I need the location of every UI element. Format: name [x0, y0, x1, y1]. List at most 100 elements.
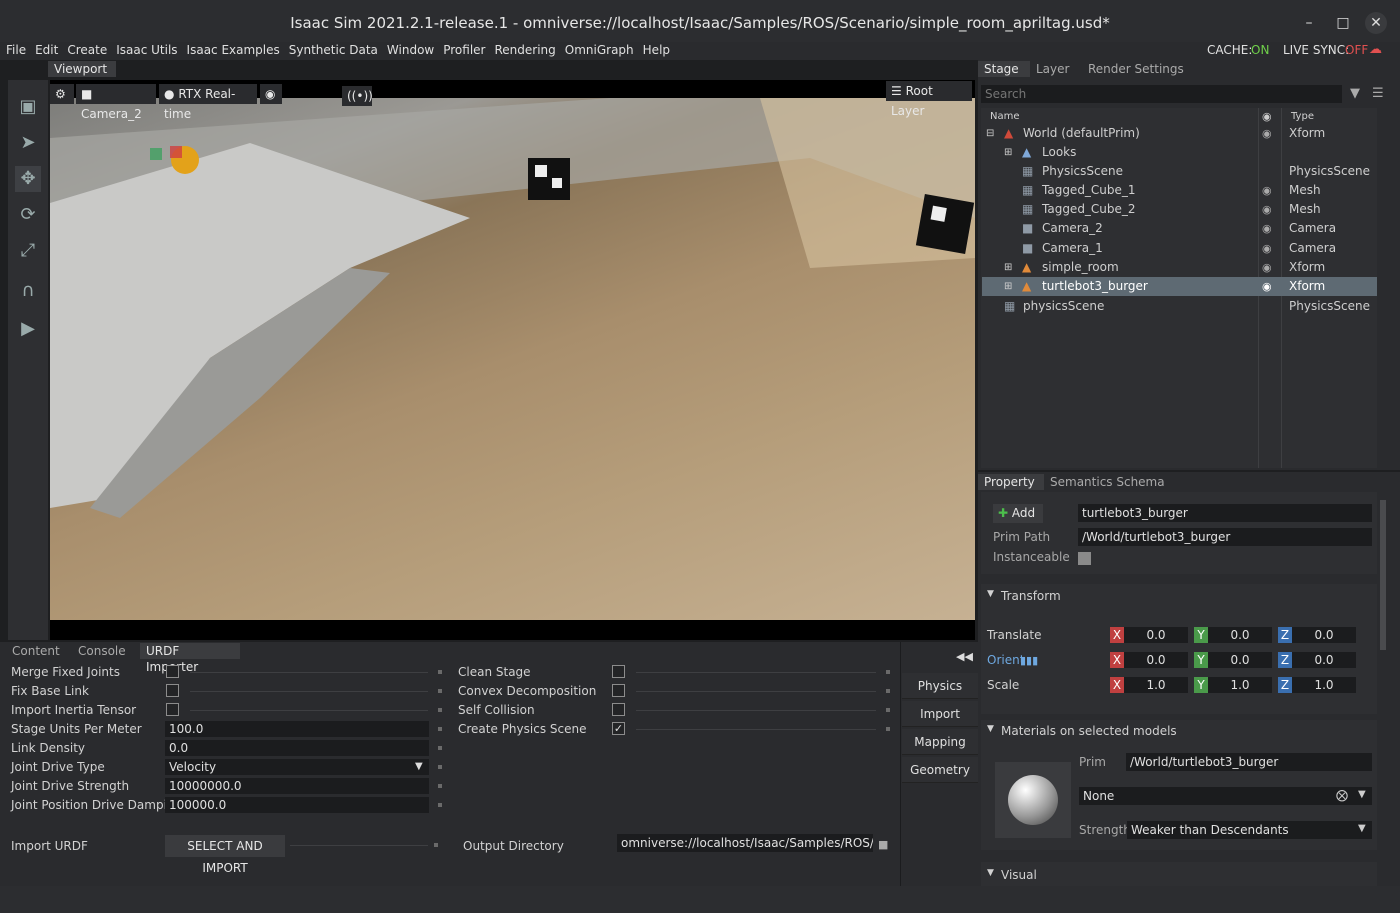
- tree-row-physicsscene[interactable]: ▦ PhysicsScene PhysicsScene: [982, 162, 1377, 181]
- orient-label[interactable]: Orient: [987, 653, 1024, 667]
- property-scrollbar[interactable]: [1380, 500, 1386, 650]
- translate-y-field[interactable]: 0.0: [1208, 627, 1272, 643]
- menu-file[interactable]: File: [3, 42, 29, 58]
- menu-isaac-examples[interactable]: Isaac Examples: [184, 42, 283, 58]
- minimize-icon[interactable]: –: [1298, 12, 1320, 34]
- select-arrow-icon[interactable]: ➤: [15, 130, 41, 156]
- filter-icon[interactable]: ▼: [1350, 86, 1360, 101]
- collapse-arrow-icon[interactable]: ▼: [987, 724, 994, 734]
- material-select[interactable]: None: [1079, 787, 1372, 805]
- menu-window[interactable]: Window: [384, 42, 437, 58]
- instanceable-checkbox[interactable]: [1078, 552, 1091, 565]
- collapse-icon[interactable]: ⊟: [986, 124, 994, 143]
- orient-z-field[interactable]: 0.0: [1292, 652, 1356, 668]
- reset-dot[interactable]: [438, 746, 442, 750]
- output-dir-field[interactable]: omniverse://localhost/Isaac/Samples/ROS/…: [617, 834, 873, 852]
- tree-row-world[interactable]: ⊟ ▲ World (defaultPrim) ◉ Xform: [982, 124, 1377, 143]
- tree-row-looks[interactable]: ⊞ ▲ Looks: [982, 143, 1377, 162]
- visual-header[interactable]: Visual: [1001, 868, 1037, 882]
- expand-icon[interactable]: ⊞: [1004, 277, 1012, 296]
- side-button-import[interactable]: Import: [902, 701, 978, 727]
- reset-dot[interactable]: [886, 670, 890, 674]
- tab-render-settings[interactable]: Render Settings: [1082, 61, 1190, 77]
- menu-lines-icon[interactable]: ☰: [1372, 86, 1384, 101]
- joint-drive-strength-field[interactable]: 10000000.0: [165, 778, 429, 794]
- tree-row-camera-1[interactable]: ■ Camera_1 ◉ Camera: [982, 239, 1377, 258]
- tree-row-tagged-cube-2[interactable]: ▦ Tagged_Cube_2 ◉ Mesh: [982, 200, 1377, 219]
- tree-row-tagged-cube-1[interactable]: ▦ Tagged_Cube_1 ◉ Mesh: [982, 181, 1377, 200]
- menu-synthetic-data[interactable]: Synthetic Data: [286, 42, 381, 58]
- expand-icon[interactable]: ⊞: [1004, 258, 1012, 277]
- chevron-down-icon[interactable]: ▼: [1358, 789, 1366, 800]
- tab-semantics-schema-editor[interactable]: Semantics Schema Editor: [1044, 474, 1199, 505]
- tree-row-simple-room[interactable]: ⊞ ▲ simple_room ◉ Xform: [982, 258, 1377, 277]
- viewport-settings-icon[interactable]: ⚙: [50, 84, 74, 104]
- chevron-down-icon[interactable]: ▼: [1358, 823, 1366, 834]
- clean-stage-checkbox[interactable]: [612, 665, 625, 678]
- layer-selector[interactable]: ☰ Root Layer: [886, 81, 972, 118]
- stage-search-input[interactable]: [981, 85, 1342, 103]
- reset-dot[interactable]: [438, 727, 442, 731]
- transform-header[interactable]: Transform: [1001, 589, 1061, 603]
- collapse-arrow-icon[interactable]: ▼: [987, 868, 994, 878]
- menu-profiler[interactable]: Profiler: [440, 42, 488, 58]
- camera-selector[interactable]: ■ Camera_2: [76, 84, 156, 121]
- reset-dot[interactable]: [434, 843, 438, 847]
- import-inertia-checkbox[interactable]: [166, 703, 179, 716]
- create-physics-checkbox[interactable]: ✓: [612, 722, 625, 735]
- visibility-eye-icon[interactable]: ◉: [1262, 277, 1272, 296]
- orient-y-field[interactable]: 0.0: [1208, 652, 1272, 668]
- add-button[interactable]: ✚ Add: [993, 504, 1043, 523]
- convex-decomp-checkbox[interactable]: [612, 684, 625, 697]
- live-sync-value[interactable]: OFF: [1345, 43, 1368, 57]
- reset-dot[interactable]: [886, 708, 890, 712]
- visibility-eye-icon[interactable]: ◉: [1262, 219, 1272, 238]
- reset-dot[interactable]: [438, 708, 442, 712]
- stage-units-field[interactable]: 100.0: [165, 721, 429, 737]
- menu-isaac-utils[interactable]: Isaac Utils: [113, 42, 180, 58]
- rotate-icon[interactable]: ⟳: [15, 202, 41, 228]
- tab-property[interactable]: Property: [978, 474, 1044, 490]
- scale-icon[interactable]: ⤢: [15, 238, 41, 264]
- joint-drive-type-select[interactable]: Velocity: [165, 759, 429, 775]
- orient-mode-icon[interactable]: ▮▮▮: [1020, 654, 1038, 667]
- reset-dot[interactable]: [438, 784, 442, 788]
- joint-pos-damping-field[interactable]: 100000.0: [165, 797, 429, 813]
- materials-header[interactable]: Materials on selected models: [1001, 724, 1177, 738]
- reset-dot[interactable]: [438, 803, 442, 807]
- reset-dot[interactable]: [886, 727, 890, 731]
- renderer-selector[interactable]: ● RTX Real-time: [159, 84, 257, 121]
- reset-dot[interactable]: [438, 689, 442, 693]
- move-icon[interactable]: ✥: [15, 166, 41, 192]
- broadcast-icon[interactable]: ((•)): [342, 86, 373, 106]
- visibility-eye-icon[interactable]: ◉: [1262, 200, 1272, 219]
- expand-icon[interactable]: ⊞: [1004, 143, 1012, 162]
- snap-magnet-icon[interactable]: ∩: [15, 278, 41, 304]
- scale-x-field[interactable]: 1.0: [1124, 677, 1188, 693]
- maximize-icon[interactable]: □: [1332, 12, 1354, 34]
- menu-rendering[interactable]: Rendering: [491, 42, 558, 58]
- tree-row-turtlebot3-burger[interactable]: ⊞ ▲ turtlebot3_burger ◉ Xform: [982, 277, 1377, 296]
- eye-icon[interactable]: ◉: [260, 84, 282, 104]
- translate-z-field[interactable]: 0.0: [1292, 627, 1356, 643]
- visibility-eye-icon[interactable]: ◉: [1262, 181, 1272, 200]
- viewport[interactable]: [50, 80, 975, 640]
- visibility-eye-icon[interactable]: ◉: [1262, 258, 1272, 277]
- menu-edit[interactable]: Edit: [32, 42, 61, 58]
- reset-dot[interactable]: [886, 689, 890, 693]
- tab-stage[interactable]: Stage: [978, 61, 1030, 77]
- menu-create[interactable]: Create: [64, 42, 110, 58]
- reset-dot[interactable]: [438, 765, 442, 769]
- scale-y-field[interactable]: 1.0: [1208, 677, 1272, 693]
- prim-name-field[interactable]: turtlebot3_burger: [1078, 504, 1372, 522]
- prim-path-field[interactable]: /World/turtlebot3_burger: [1078, 528, 1372, 546]
- play-icon[interactable]: ▶: [15, 316, 41, 342]
- menu-help[interactable]: Help: [640, 42, 673, 58]
- tab-layer[interactable]: Layer: [1030, 61, 1080, 77]
- tab-viewport[interactable]: Viewport: [48, 61, 116, 77]
- reset-dot[interactable]: [438, 670, 442, 674]
- close-icon[interactable]: ✕: [1365, 12, 1387, 34]
- side-button-mapping[interactable]: Mapping: [902, 729, 978, 755]
- tab-console[interactable]: Console: [72, 643, 138, 659]
- select-and-import-button[interactable]: SELECT AND IMPORT: [165, 835, 285, 875]
